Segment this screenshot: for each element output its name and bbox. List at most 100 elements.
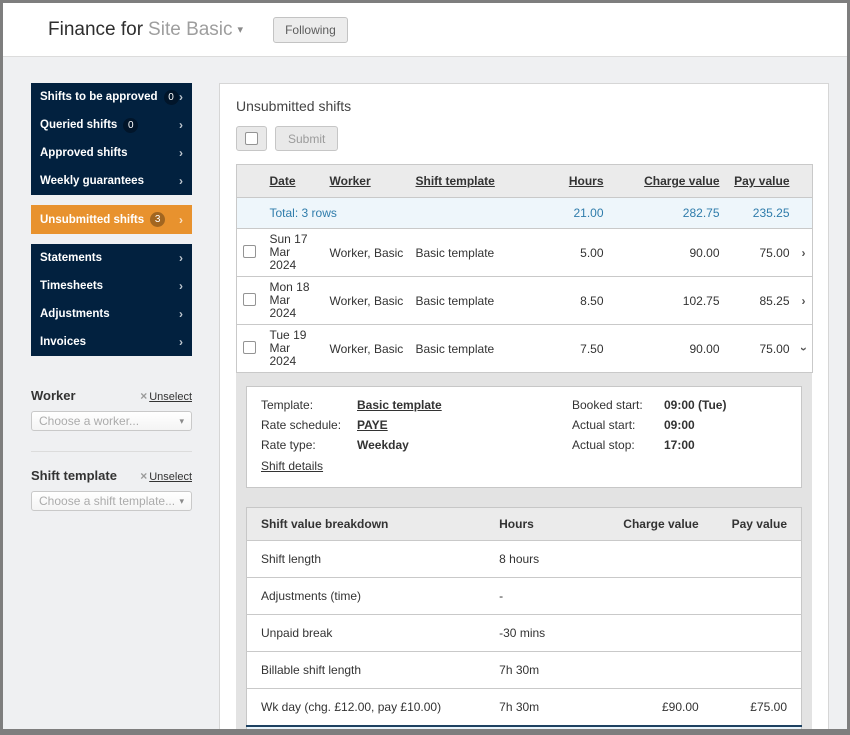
sidebar-item-weekly-guarantees[interactable]: Weekly guarantees › <box>31 167 192 195</box>
breakdown-pay <box>712 577 802 615</box>
unselect-label: Unselect <box>149 471 192 483</box>
count-badge: 3 <box>150 212 166 227</box>
breakdown-pay: £75.00 <box>712 688 802 727</box>
totals-pay: 235.25 <box>725 197 796 229</box>
site-dropdown-caret-icon[interactable]: ▾ <box>238 24 244 36</box>
row-checkbox[interactable] <box>243 292 256 306</box>
breakdown-pay <box>712 614 802 652</box>
page-heading: Unsubmitted shifts <box>236 98 352 114</box>
expand-row-icon[interactable]: › <box>802 294 806 308</box>
sidebar-item-queried-shifts[interactable]: Queried shifts 0 › <box>31 111 192 139</box>
column-header-charge-value: Charge value <box>609 164 726 198</box>
breakdown-row-adjustments: Adjustments (time) - <box>246 577 802 615</box>
rate-schedule-label: Rate schedule: <box>261 418 342 432</box>
sidebar-item-adjustments[interactable]: Adjustments › <box>31 300 192 328</box>
sidebar-item-label: Timesheets <box>40 280 104 292</box>
worker-unselect-link[interactable]: × Unselect <box>140 389 192 403</box>
shift-row-sun-17[interactable]: Sun 17 Mar 2024 Worker, Basic Basic templ… <box>236 228 813 277</box>
row-checkbox[interactable] <box>243 340 256 354</box>
site-selector[interactable]: Site Basic <box>148 19 232 40</box>
sidebar-item-label: Approved shifts <box>40 147 128 159</box>
shifts-table: Date Worker Shift template Hours Charge … <box>236 164 813 373</box>
breakdown-pay <box>712 651 802 689</box>
totals-label: Total: 3 rows <box>263 197 530 229</box>
shift-details-link[interactable]: Shift details <box>261 459 323 473</box>
shift-detail-card: Template: Basic template Booked start: 0… <box>246 386 802 488</box>
breakdown-charge <box>607 577 713 615</box>
shift-date: Sun 17 Mar 2024 <box>263 228 324 277</box>
shift-row-mon-18[interactable]: Mon 18 Mar 2024 Worker, Basic Basic templ… <box>236 276 813 325</box>
row-checkbox[interactable] <box>243 244 256 258</box>
chevron-down-icon: ▾ <box>179 495 184 506</box>
shift-pay: 75.00 <box>725 228 796 277</box>
sidebar-item-timesheets[interactable]: Timesheets › <box>31 272 192 300</box>
booked-start-value: 09:00 (Tue) <box>664 398 727 412</box>
filter-divider <box>31 451 192 452</box>
following-button[interactable]: Following <box>273 16 348 43</box>
header-checkbox-spacer <box>236 164 264 198</box>
breakdown-header-row: Shift value breakdown Hours Charge value… <box>246 507 802 541</box>
breakdown-label: Adjustments (time) <box>246 577 486 615</box>
breakdown-label: Billable shift length <box>246 651 486 689</box>
breakdown-charge: £90.00 <box>607 688 713 727</box>
chevron-right-icon: › <box>179 174 183 188</box>
breakdown-header-charge: Charge value <box>607 507 713 541</box>
page-title-prefix: Finance for <box>48 18 144 40</box>
worker-select[interactable]: Choose a worker... ▾ <box>31 411 192 431</box>
sidebar-item-label: Weekly guarantees <box>40 175 144 187</box>
table-header-row: Date Worker Shift template Hours Charge … <box>236 164 813 198</box>
breakdown-header-hours: Hours <box>485 507 608 541</box>
shift-row-tue-19[interactable]: Tue 19 Mar 2024 Worker, Basic Basic templ… <box>236 324 813 373</box>
shift-worker: Worker, Basic <box>323 324 410 373</box>
worker-filter-label: Worker <box>31 388 76 403</box>
breakdown-label: Shift length <box>246 540 486 578</box>
collapse-row-icon[interactable]: › <box>797 347 811 351</box>
shift-pay: 85.25 <box>725 276 796 325</box>
breakdown-header-label: Shift value breakdown <box>246 507 486 541</box>
sidebar-item-statements[interactable]: Statements › <box>31 244 192 272</box>
sidebar-item-shifts-to-be-approved[interactable]: Shifts to be approved 0 › <box>31 83 192 111</box>
column-header-worker: Worker <box>323 164 410 198</box>
sidebar-item-approved-shifts[interactable]: Approved shifts › <box>31 139 192 167</box>
template-select-value: Choose a shift template... <box>39 494 176 508</box>
chevron-right-icon: › <box>179 146 183 160</box>
rate-schedule-value-link[interactable]: PAYE <box>357 418 572 432</box>
shift-template: Basic template <box>409 324 530 373</box>
template-unselect-link[interactable]: × Unselect <box>140 469 192 483</box>
submit-button[interactable]: Submit <box>275 126 339 151</box>
sidebar-item-invoices[interactable]: Invoices › <box>31 328 192 356</box>
actual-start-value: 09:00 <box>664 418 695 432</box>
shift-worker: Worker, Basic <box>323 228 410 277</box>
sidebar-item-unsubmitted-shifts[interactable]: Unsubmitted shifts 3 › <box>31 205 192 234</box>
totals-row: Total: 3 rows 21.00 282.75 235.25 <box>236 197 813 229</box>
breakdown-label: Wk day (chg. £12.00, pay £10.00) <box>246 688 486 727</box>
chevron-right-icon: › <box>179 251 183 265</box>
breakdown-hours: 7h 30m <box>485 651 608 689</box>
count-badge: 0 <box>163 89 179 105</box>
count-badge: 0 <box>123 117 139 133</box>
breakdown-charge <box>607 651 713 689</box>
column-header-shift-template: Shift template <box>409 164 530 198</box>
booked-start-label: Booked start: <box>572 398 643 412</box>
breakdown-row-unpaid-break: Unpaid break -30 mins <box>246 614 802 652</box>
select-all-checkbox[interactable] <box>245 132 258 145</box>
breakdown-charge <box>607 540 713 578</box>
select-all-button[interactable] <box>236 126 267 151</box>
breakdown-pay <box>712 540 802 578</box>
breakdown-row-shift-length: Shift length 8 hours <box>246 540 802 578</box>
chevron-right-icon: › <box>179 307 183 321</box>
shift-worker: Worker, Basic <box>323 276 410 325</box>
sidebar: Shifts to be approved 0 › Queried shifts… <box>31 83 192 511</box>
shift-hours: 5.00 <box>529 228 610 277</box>
template-select[interactable]: Choose a shift template... ▾ <box>31 491 192 511</box>
sidebar-item-label: Queried shifts <box>40 119 118 131</box>
main-panel: Unsubmitted shifts Submit Date Worker Sh… <box>219 83 829 729</box>
breakdown-total-charge: £90.00 <box>607 725 713 729</box>
rate-type-value: Weekday <box>357 438 409 452</box>
sidebar-item-label: Unsubmitted shifts <box>40 213 145 226</box>
template-value-link[interactable]: Basic template <box>357 398 572 412</box>
clear-icon: × <box>140 469 148 483</box>
sidebar-group-documents: Statements › Timesheets › Adjustments › … <box>31 244 192 356</box>
expand-row-icon[interactable]: › <box>802 246 806 260</box>
breakdown-hours: - <box>485 577 608 615</box>
